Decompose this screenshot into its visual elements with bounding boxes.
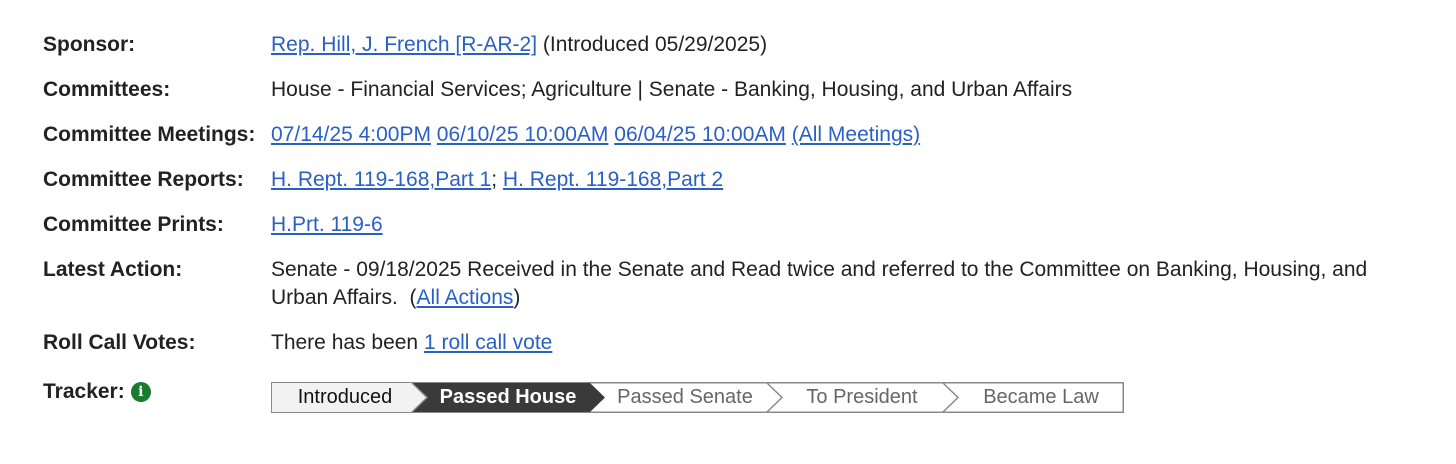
step-to-president: To President <box>806 386 918 408</box>
tracker: Introduced Passed House Passed Senate To… <box>271 382 1124 413</box>
step-passed-house: Passed House <box>439 386 577 408</box>
latest-action-label: Latest Action: <box>43 258 183 281</box>
committees-label: Committees: <box>43 78 171 101</box>
roll-call-votes-label: Roll Call Votes: <box>43 331 196 354</box>
close-paren: ) <box>513 286 521 309</box>
sponsor-value: Rep. Hill, J. French [R-AR-2] (Introduce… <box>271 31 767 59</box>
sponsor-link[interactable]: Rep. Hill, J. French [R-AR-2] <box>271 33 537 56</box>
committee-reports-value: H. Rept. 119-168,Part 1; H. Rept. 119-16… <box>271 166 723 194</box>
meeting-link[interactable]: 07/14/25 4:00PM <box>271 123 431 146</box>
step-introduced: Introduced <box>297 386 393 408</box>
report-link[interactable]: H. Rept. 119-168,Part 2 <box>503 168 723 191</box>
all-actions-link[interactable]: All Actions <box>417 286 514 309</box>
committees-value: House - Financial Services; Agriculture … <box>271 78 1073 101</box>
sponsor-label: Sponsor: <box>43 33 136 56</box>
committee-meetings-label: Committee Meetings: <box>43 123 256 146</box>
step-became-law: Became Law <box>983 386 1099 408</box>
bill-overview: Sponsor: Rep. Hill, J. French [R-AR-2] (… <box>0 0 1456 464</box>
introduced-date: (Introduced 05/29/2025) <box>542 33 768 56</box>
print-link[interactable]: H.Prt. 119-6 <box>271 213 383 236</box>
committee-prints-value: H.Prt. 119-6 <box>271 211 383 239</box>
tracker-label-text: Tracker: <box>43 380 125 403</box>
committee-reports-label: Committee Reports: <box>43 168 244 191</box>
latest-action-value: Senate - 09/18/2025 Received in the Sena… <box>271 256 1381 312</box>
roll-call-votes-value: There has been 1 roll call vote <box>271 329 552 357</box>
committee-meetings-value: 07/14/25 4:00PM 06/10/25 10:00AM 06/04/2… <box>271 121 920 149</box>
tracker-label: Tracker: i <box>43 378 151 406</box>
info-icon[interactable]: i <box>130 382 151 402</box>
committee-prints-label: Committee Prints: <box>43 213 224 236</box>
meeting-link[interactable]: 06/04/25 10:00AM <box>614 123 786 146</box>
meeting-link[interactable]: 06/10/25 10:00AM <box>437 123 609 146</box>
report-link[interactable]: H. Rept. 119-168,Part 1 <box>271 168 491 191</box>
open-paren: ( <box>409 286 417 309</box>
roll-call-prefix: There has been <box>271 331 419 354</box>
step-passed-senate: Passed Senate <box>617 386 753 408</box>
all-meetings-link[interactable]: (All Meetings) <box>792 123 920 146</box>
report-separator: ; <box>491 168 498 191</box>
roll-call-link[interactable]: 1 roll call vote <box>424 331 552 354</box>
